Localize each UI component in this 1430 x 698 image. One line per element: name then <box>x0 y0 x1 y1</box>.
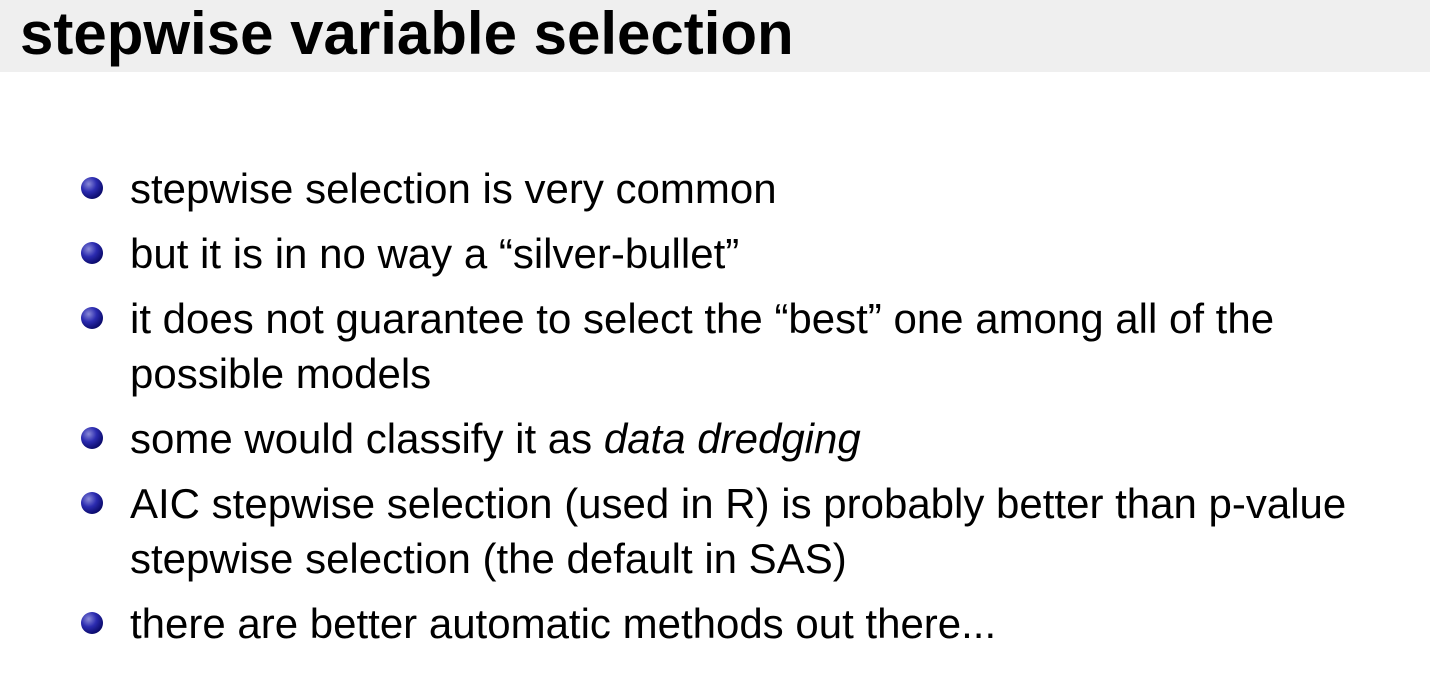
bullet-icon <box>81 177 103 199</box>
bullet-text: some would classify it as data dredging <box>130 415 861 462</box>
title-bar: stepwise variable selection <box>0 0 1430 72</box>
slide-title: stepwise variable selection <box>20 0 794 67</box>
emphasis-text: data dredging <box>603 415 861 462</box>
bullet-icon <box>81 242 103 264</box>
bullet-icon <box>81 492 103 514</box>
bullet-icon <box>81 612 103 634</box>
list-item: some would classify it as data dredging <box>81 411 1420 466</box>
list-item: there are better automatic methods out t… <box>81 596 1420 651</box>
bullet-text: it does not guarantee to select the “bes… <box>130 295 1275 397</box>
bullet-icon <box>81 307 103 329</box>
bullet-icon <box>81 427 103 449</box>
list-item: but it is in no way a “silver-bullet” <box>81 226 1420 281</box>
bullet-text: AIC stepwise selection (used in R) is pr… <box>130 480 1347 582</box>
bullet-text-plain: some would classify it as <box>130 415 604 462</box>
bullet-text: but it is in no way a “silver-bullet” <box>130 230 740 277</box>
list-item: AIC stepwise selection (used in R) is pr… <box>81 476 1420 586</box>
bullet-text: stepwise selection is very common <box>130 165 777 212</box>
list-item: it does not guarantee to select the “bes… <box>81 291 1420 401</box>
bullet-text: there are better automatic methods out t… <box>130 600 997 647</box>
list-item: stepwise selection is very common <box>81 161 1420 216</box>
